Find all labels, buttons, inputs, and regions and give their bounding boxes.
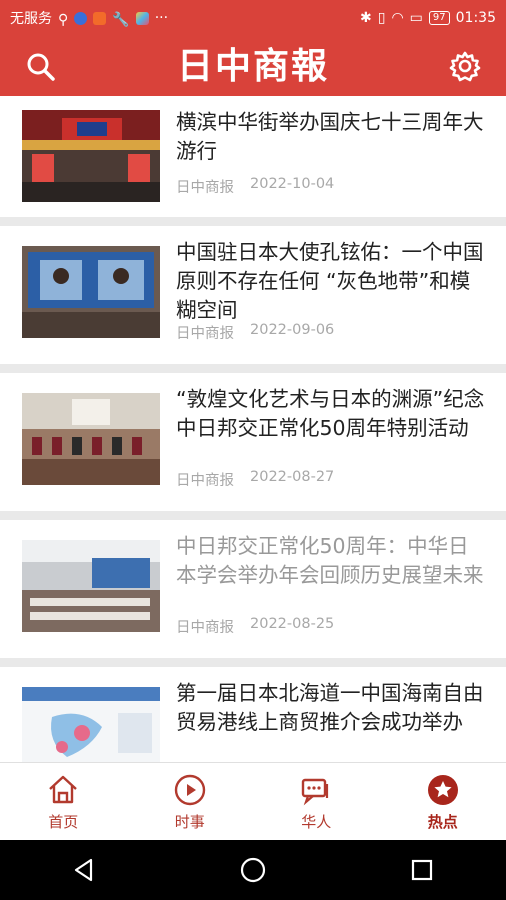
news-meta: 日中商报 2022-09-06 (176, 322, 334, 343)
news-source: 日中商报 (176, 326, 234, 342)
news-item[interactable]: 中国驻日本大使孔铉佑：一个中国原则不存在任何 “灰色地带”和模糊空间 日中商报 … (0, 226, 506, 364)
home-button[interactable] (223, 840, 283, 900)
battery-icon: 97 (428, 11, 450, 25)
chat-icon (302, 778, 329, 806)
news-item[interactable]: 中日邦交正常化50周年：中华日本学会举办年会回顾历史展望未来 日中商报 2022… (0, 520, 506, 658)
news-title[interactable]: “敦煌文化艺术与日本的渊源”纪念中日邦交正常化50周年特别活动 (176, 385, 486, 443)
news-thumbnail (22, 110, 160, 202)
status-time: 01:35 (455, 10, 496, 26)
news-thumbnail (22, 687, 160, 762)
tab-label: 首页 (48, 813, 79, 831)
tab-hot[interactable]: 热点 (380, 763, 506, 841)
news-date: 2022-10-04 (250, 176, 335, 192)
news-source: 日中商报 (176, 180, 234, 196)
carrier-label: 无服务 (10, 11, 52, 27)
status-right: ✱ ▯ ◠ ▭ 97 01:35 (360, 10, 496, 26)
status-left: 无服务 ⚲ 🔧 ··· (10, 8, 168, 28)
sim-icon: ▭ (409, 10, 423, 26)
news-thumbnail (22, 540, 160, 632)
settings-button[interactable] (448, 49, 482, 83)
news-title[interactable]: 中日邦交正常化50周年：中华日本学会举办年会回顾历史展望未来 (176, 532, 486, 590)
app-icon (93, 11, 107, 25)
wifi-icon: ◠ (391, 10, 404, 26)
news-meta: 日中商报 2022-08-25 (176, 616, 334, 637)
bottom-tab-bar: 首页 时事 华人 热点 (0, 762, 506, 841)
news-source: 日中商报 (176, 473, 234, 489)
gear-icon (449, 51, 481, 82)
news-meta: 日中商报 2022-10-04 (176, 176, 334, 197)
app-icon (74, 11, 88, 25)
news-item[interactable]: 第一届日本北海道一中国海南自由贸易港线上商贸推介会成功举办 (0, 667, 506, 762)
news-meta: 日中商报 2022-08-27 (176, 469, 334, 490)
app-logo: 日中商報 (176, 45, 329, 87)
tab-home[interactable]: 首页 (0, 763, 127, 841)
home-icon (49, 775, 78, 804)
back-triangle-icon (75, 858, 93, 882)
app-header: 日中商報 (0, 36, 506, 96)
tab-label: 热点 (427, 813, 458, 831)
usb-icon: ⚲ (58, 11, 69, 28)
news-title[interactable]: 第一届日本北海道一中国海南自由贸易港线上商贸推介会成功举办 (176, 679, 486, 737)
back-button[interactable] (54, 840, 114, 900)
tab-current-affairs[interactable]: 时事 (127, 763, 254, 841)
bluetooth-icon: ✱ (360, 10, 372, 26)
play-circle-icon (174, 774, 205, 806)
status-bar: 无服务 ⚲ 🔧 ··· ✱ ▯ ◠ ▭ 97 01:35 (0, 0, 506, 36)
news-date: 2022-08-25 (250, 616, 335, 632)
recents-square-icon (411, 859, 432, 881)
system-nav-bar (0, 840, 506, 900)
tab-chinese[interactable]: 华人 (253, 763, 380, 841)
news-date: 2022-08-27 (250, 469, 335, 485)
vibrate-icon: ▯ (377, 10, 386, 26)
news-date: 2022-09-06 (250, 322, 335, 338)
news-thumbnail (22, 246, 160, 338)
news-item[interactable]: “敦煌文化艺术与日本的渊源”纪念中日邦交正常化50周年特别活动 日中商报 202… (0, 373, 506, 511)
tab-label: 时事 (174, 813, 205, 831)
news-title[interactable]: 横滨中华街举办国庆七十三周年大游行 (176, 108, 486, 166)
news-thumbnail (22, 393, 160, 485)
home-circle-icon (240, 857, 266, 883)
more-notifications-icon: ··· (154, 10, 169, 26)
news-item[interactable]: 横滨中华街举办国庆七十三周年大游行 日中商报 2022-10-04 (0, 96, 506, 217)
tab-label: 华人 (301, 813, 332, 831)
news-feed[interactable]: 横滨中华街举办国庆七十三周年大游行 日中商报 2022-10-04 中国驻日本大… (0, 96, 506, 762)
star-badge-icon (427, 775, 458, 805)
news-title[interactable]: 中国驻日本大使孔铉佑：一个中国原则不存在任何 “灰色地带”和模糊空间 (176, 238, 486, 325)
app-icon (135, 11, 149, 25)
news-source: 日中商报 (176, 620, 234, 636)
recents-button[interactable] (392, 840, 452, 900)
wrench-icon: 🔧 (112, 11, 130, 28)
